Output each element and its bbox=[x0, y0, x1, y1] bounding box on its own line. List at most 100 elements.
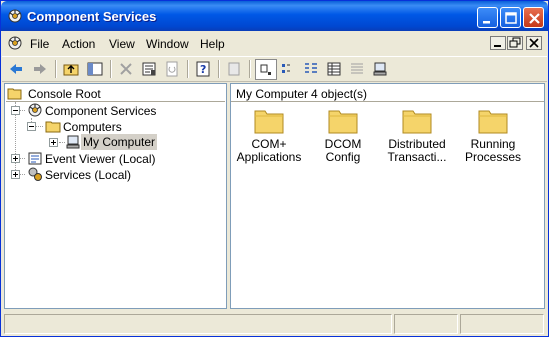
list-view-icon bbox=[305, 63, 317, 73]
computer-icon bbox=[66, 135, 80, 149]
close-icon bbox=[529, 13, 540, 24]
system-menu-icon[interactable] bbox=[7, 35, 23, 51]
show-hide-tree-button[interactable] bbox=[85, 59, 107, 80]
tree-header: Console Root bbox=[6, 85, 225, 102]
component-services-window: Component Services File Action View Wind… bbox=[0, 0, 549, 337]
expand-event-viewer[interactable] bbox=[11, 154, 20, 163]
child-restore-button[interactable] bbox=[507, 36, 523, 50]
tree-root-label[interactable]: Console Root bbox=[28, 87, 101, 101]
detail-view-button[interactable] bbox=[324, 59, 346, 80]
item-running-processes[interactable]: Running Processes bbox=[457, 108, 529, 164]
properties-view-icon bbox=[351, 63, 363, 74]
forward-button[interactable] bbox=[30, 59, 52, 80]
toolbar-separator bbox=[110, 60, 112, 78]
item-label-line2: Transacti... bbox=[387, 150, 447, 164]
expand-my-computer[interactable] bbox=[49, 138, 58, 147]
toolbar-separator bbox=[55, 60, 57, 78]
refresh-icon bbox=[166, 61, 178, 77]
toolbar-separator bbox=[187, 60, 189, 78]
menu-view[interactable]: View bbox=[109, 37, 135, 51]
properties-button[interactable] bbox=[139, 59, 161, 80]
collapse-component-services[interactable] bbox=[11, 106, 20, 115]
component-services-icon[interactable] bbox=[7, 8, 23, 24]
toolbar-separator bbox=[249, 60, 251, 78]
back-button[interactable] bbox=[6, 59, 28, 80]
show-hide-tree-icon bbox=[87, 62, 103, 76]
folder-icon bbox=[478, 110, 508, 134]
delete-icon bbox=[120, 63, 132, 75]
console-tree-pane[interactable]: Console Root Component Services Computer… bbox=[4, 83, 227, 309]
result-pane[interactable]: My Computer 4 object(s) COM+ Application… bbox=[230, 83, 545, 309]
status-cell bbox=[460, 314, 544, 334]
item-dcom-config[interactable]: DCOM Config bbox=[307, 108, 379, 164]
menu-window[interactable]: Window bbox=[146, 37, 189, 51]
minimize-icon bbox=[483, 21, 490, 24]
new-button[interactable] bbox=[224, 59, 246, 80]
new-icon bbox=[228, 62, 240, 76]
large-icons-view-icon bbox=[260, 64, 271, 75]
expand-services[interactable] bbox=[11, 170, 20, 179]
component-services-icon bbox=[28, 103, 42, 117]
item-distributed-transaction[interactable]: Distributed Transacti... bbox=[381, 108, 453, 164]
status-bar bbox=[2, 312, 547, 336]
forward-icon bbox=[34, 64, 46, 74]
delete-button[interactable] bbox=[116, 59, 138, 80]
minimize-icon bbox=[494, 45, 501, 47]
close-button[interactable] bbox=[523, 7, 544, 28]
computer-view-icon bbox=[373, 62, 387, 76]
folder-icon bbox=[328, 110, 358, 134]
result-pane-header: My Computer 4 object(s) bbox=[231, 84, 544, 102]
help-icon: ? bbox=[196, 61, 210, 77]
item-label-line2: Applications bbox=[236, 150, 302, 164]
restore-icon bbox=[509, 37, 521, 48]
computer-view-button[interactable] bbox=[370, 59, 392, 80]
tree-item-label: My Computer bbox=[81, 134, 158, 150]
small-icons-view-button[interactable] bbox=[278, 59, 300, 80]
object-count: 4 object(s) bbox=[311, 87, 368, 101]
small-icons-view-icon bbox=[282, 64, 290, 73]
tree-item-label: Computers bbox=[63, 120, 122, 134]
child-minimize-button[interactable] bbox=[490, 36, 506, 50]
up-level-button[interactable] bbox=[61, 59, 83, 80]
menu-action[interactable]: Action bbox=[62, 37, 95, 51]
services-icon bbox=[28, 167, 42, 181]
refresh-button[interactable] bbox=[162, 59, 184, 80]
tree-connector bbox=[35, 126, 43, 127]
window-title: Component Services bbox=[27, 9, 157, 24]
tree-item-label: Services (Local) bbox=[45, 168, 132, 182]
help-button[interactable]: ? bbox=[193, 59, 215, 80]
close-icon bbox=[529, 38, 539, 48]
list-view-button[interactable] bbox=[301, 59, 323, 80]
svg-text:?: ? bbox=[200, 63, 206, 76]
tree-item-label: Event Viewer (Local) bbox=[45, 152, 156, 166]
collapse-computers[interactable] bbox=[27, 122, 36, 131]
tree-item-label: Component Services bbox=[45, 104, 157, 118]
minimize-button[interactable] bbox=[477, 7, 498, 28]
item-com-applications[interactable]: COM+ Applications bbox=[233, 108, 305, 164]
item-label-line1: DCOM Config bbox=[324, 137, 362, 164]
toolbar-separator bbox=[218, 60, 220, 78]
properties-view-button[interactable] bbox=[347, 59, 369, 80]
back-icon bbox=[10, 64, 22, 74]
folder-icon bbox=[402, 110, 432, 134]
item-label-line2: Processes bbox=[464, 150, 522, 164]
folder-icon bbox=[254, 110, 284, 134]
maximize-button[interactable] bbox=[500, 7, 521, 28]
up-folder-icon bbox=[63, 64, 79, 76]
menu-bar: File Action View Window Help bbox=[2, 32, 547, 54]
toolbar: ? bbox=[2, 56, 547, 82]
folder-icon bbox=[7, 88, 22, 100]
child-close-button[interactable] bbox=[526, 36, 542, 50]
status-cell bbox=[4, 314, 392, 334]
menu-help[interactable]: Help bbox=[200, 37, 225, 51]
detail-view-icon bbox=[327, 62, 341, 76]
folder-icon bbox=[45, 121, 61, 133]
properties-icon bbox=[142, 62, 156, 76]
status-cell bbox=[394, 314, 458, 334]
maximize-icon bbox=[505, 12, 517, 24]
title-bar[interactable]: Component Services bbox=[1, 1, 548, 31]
menu-file[interactable]: File bbox=[30, 37, 49, 51]
current-location: My Computer bbox=[236, 87, 309, 101]
large-icons-view-button[interactable] bbox=[255, 59, 277, 80]
event-viewer-icon bbox=[28, 152, 42, 165]
